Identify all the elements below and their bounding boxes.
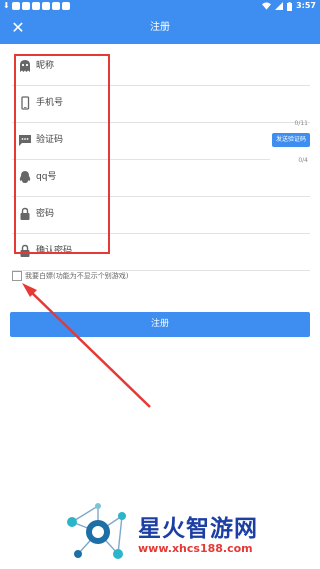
send-code-button[interactable]: 发送验证码	[272, 133, 310, 147]
close-icon[interactable]: ✕	[8, 18, 28, 38]
register-button[interactable]: 注册	[10, 312, 310, 337]
app-notification-icon	[51, 2, 60, 10]
signal-icon	[275, 2, 284, 10]
wifi-icon	[262, 2, 272, 10]
app-notification-icon	[31, 2, 40, 10]
status-time: 3:57	[296, 1, 316, 10]
freeload-option[interactable]: 我要白嫖(功能为不显示个别游戏)	[12, 271, 128, 281]
app-notification-icon	[61, 2, 70, 10]
status-bar: ⬇ 3:57	[0, 0, 320, 12]
molecule-logo-icon	[67, 503, 126, 559]
app-notification-icon	[41, 2, 50, 10]
download-icon: ⬇	[3, 1, 10, 10]
annotation-highlight-box	[14, 54, 110, 254]
app-bar: 注册 ✕	[0, 12, 320, 44]
page-title: 注册	[150, 22, 170, 33]
notification-icons: ⬇	[3, 1, 70, 11]
app-notification-icon	[21, 2, 30, 10]
watermark-url: www.xhcs188.com	[138, 542, 253, 555]
battery-icon	[287, 1, 293, 11]
watermark: 星火智游网 www.xhcs188.com	[60, 502, 320, 569]
watermark-brand: 星火智游网	[138, 516, 258, 542]
freeload-checkbox[interactable]	[12, 271, 22, 281]
phone-counter: 0/11	[294, 120, 308, 127]
freeload-label: 我要白嫖(功能为不显示个别游戏)	[25, 272, 129, 280]
app-notification-icon	[11, 2, 20, 10]
